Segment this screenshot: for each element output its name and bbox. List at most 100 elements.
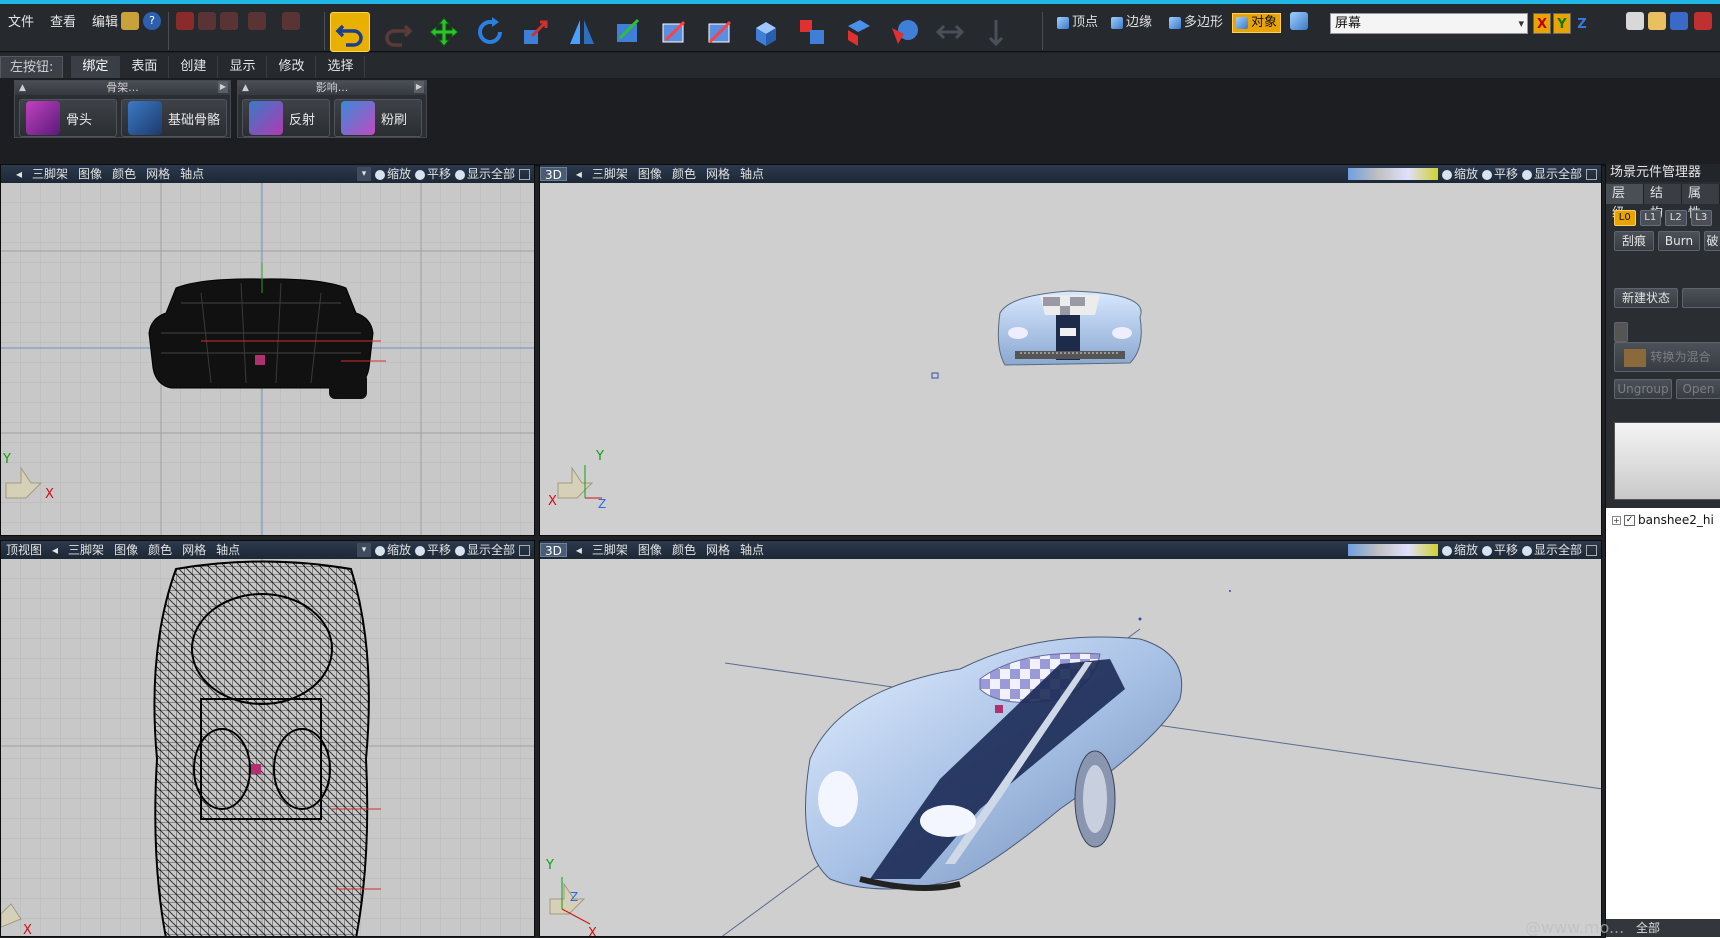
base-skeleton-button[interactable]: 基础骨骼 bbox=[121, 99, 227, 137]
tool-button-8[interactable] bbox=[654, 12, 694, 52]
tab-surface[interactable]: 表面 bbox=[120, 56, 170, 78]
burn-button[interactable]: Burn bbox=[1658, 231, 1700, 251]
pan-button[interactable]: 平移 bbox=[1481, 541, 1518, 559]
tab-select[interactable]: 选择 bbox=[316, 56, 366, 78]
select-edge-mode[interactable]: 边缘 bbox=[1108, 13, 1155, 33]
reflect-button[interactable]: 反射 bbox=[242, 99, 330, 137]
zoom-button[interactable]: 缩放 bbox=[374, 541, 411, 559]
tool-button-14[interactable] bbox=[930, 12, 970, 52]
stop-icon[interactable] bbox=[282, 12, 300, 30]
play-icon[interactable] bbox=[198, 12, 216, 30]
close-icon[interactable] bbox=[1694, 12, 1712, 30]
viewport-prev-icon[interactable]: ◂ bbox=[571, 541, 587, 559]
maximize-icon[interactable] bbox=[1586, 544, 1597, 556]
menu-edit[interactable]: 编辑 bbox=[84, 12, 126, 34]
new-file-icon[interactable] bbox=[1626, 12, 1644, 30]
show-all-button[interactable]: 显示全部 bbox=[1521, 165, 1582, 183]
show-all-button[interactable]: 显示全部 bbox=[454, 541, 515, 559]
show-all-button[interactable]: 显示全部 bbox=[1521, 541, 1582, 559]
menu-grid[interactable]: 网格 bbox=[141, 165, 175, 183]
coordinate-space-select[interactable]: 屏幕 ▾ bbox=[1330, 13, 1528, 34]
menu-image[interactable]: 图像 bbox=[633, 165, 667, 183]
level-l2-button[interactable]: L2 bbox=[1665, 210, 1687, 226]
menu-pivot[interactable]: 轴点 bbox=[735, 165, 769, 183]
rotate-tool-button[interactable] bbox=[470, 12, 510, 52]
maximize-icon[interactable] bbox=[519, 544, 530, 556]
menu-image[interactable]: 图像 bbox=[73, 165, 107, 183]
menu-image[interactable]: 图像 bbox=[633, 541, 667, 559]
viewport-perspective-3d[interactable]: 3D ◂ 三脚架 图像 颜色 网格 轴点 缩放 平移 显示全部 Y X Z bbox=[539, 540, 1602, 937]
show-all-button[interactable]: 显示全部 bbox=[454, 165, 515, 183]
axis-y-toggle[interactable]: Y bbox=[1553, 13, 1571, 34]
menu-color[interactable]: 颜色 bbox=[107, 165, 141, 183]
axis-z-toggle[interactable]: Z bbox=[1573, 13, 1591, 34]
viewport-mode-label[interactable]: 3D bbox=[540, 543, 567, 558]
loop-icon[interactable] bbox=[248, 12, 266, 30]
tree-item-banshee[interactable]: + ✓ banshee2_hi bbox=[1612, 513, 1714, 527]
viewport-canvas[interactable]: Y X Z bbox=[540, 559, 1601, 936]
menu-image[interactable]: 图像 bbox=[109, 541, 143, 559]
visibility-checkbox[interactable]: ✓ bbox=[1624, 514, 1635, 526]
render-options-icon[interactable] bbox=[1347, 168, 1438, 180]
menu-pivot[interactable]: 轴点 bbox=[175, 165, 209, 183]
collapse-icon[interactable]: ▲ bbox=[242, 81, 249, 95]
paint-button[interactable]: 粉刷 bbox=[334, 99, 422, 137]
select-object-mode[interactable]: 对象 bbox=[1232, 13, 1282, 33]
tool-button-13[interactable] bbox=[884, 12, 924, 52]
move-tool-button[interactable] bbox=[424, 12, 464, 52]
step-icon[interactable] bbox=[220, 12, 238, 30]
menu-tripod[interactable]: 三脚架 bbox=[587, 165, 633, 183]
viewport-canvas[interactable]: X bbox=[1, 559, 534, 936]
tool-button-7[interactable] bbox=[608, 12, 648, 52]
viewport-mode-label[interactable]: 3D bbox=[540, 167, 567, 182]
scale-tool-button[interactable] bbox=[516, 12, 556, 52]
pan-button[interactable]: 平移 bbox=[414, 165, 451, 183]
menu-pivot[interactable]: 轴点 bbox=[735, 541, 769, 559]
level-l0-button[interactable]: L0 bbox=[1614, 210, 1636, 226]
zoom-button[interactable]: 缩放 bbox=[1441, 541, 1478, 559]
menu-color[interactable]: 颜色 bbox=[667, 165, 701, 183]
selection-filter-icon[interactable] bbox=[1290, 12, 1308, 30]
viewport-front-wire[interactable]: ◂ 三脚架 图像 颜色 网格 轴点 ▾ 缩放 平移 显示全部 X Y bbox=[0, 164, 535, 536]
menu-file[interactable]: 文件 bbox=[0, 12, 42, 34]
open-folder-icon[interactable] bbox=[1648, 12, 1666, 30]
expand-icon[interactable]: + bbox=[1612, 515, 1621, 525]
tool-button-12[interactable] bbox=[838, 12, 878, 52]
zoom-button[interactable]: 缩放 bbox=[1441, 165, 1478, 183]
axis-x-toggle[interactable]: X bbox=[1533, 13, 1551, 34]
viewport-top-wire[interactable]: 顶视图 ◂ 三脚架 图像 颜色 网格 轴点 ▾ 缩放 平移 显示全部 X bbox=[0, 540, 535, 937]
render-options-icon[interactable] bbox=[1347, 544, 1438, 556]
maximize-icon[interactable] bbox=[1586, 168, 1597, 180]
menu-tripod[interactable]: 三脚架 bbox=[27, 165, 73, 183]
bone-button[interactable]: 骨头 bbox=[19, 99, 117, 137]
expand-arrow-icon[interactable]: ▶ bbox=[414, 81, 424, 93]
tool-button-10[interactable] bbox=[746, 12, 786, 52]
menu-view[interactable]: 查看 bbox=[42, 12, 84, 34]
save-icon[interactable] bbox=[1670, 12, 1688, 30]
menu-tripod[interactable]: 三脚架 bbox=[587, 541, 633, 559]
tool-button-15[interactable] bbox=[976, 12, 1016, 52]
viewport-canvas[interactable]: X Y Z bbox=[540, 183, 1601, 535]
state-option-button[interactable] bbox=[1682, 288, 1720, 308]
maximize-icon[interactable] bbox=[519, 168, 530, 180]
tab-bind[interactable]: 绑定 bbox=[71, 56, 121, 78]
viewport-front-3d[interactable]: 3D ◂ 三脚架 图像 颜色 网格 轴点 缩放 平移 显示全部 X Y Z bbox=[539, 164, 1602, 536]
viewport-prev-icon[interactable]: ◂ bbox=[11, 165, 27, 183]
open-group-button[interactable]: Open bbox=[1676, 379, 1720, 399]
lock-icon[interactable] bbox=[1614, 322, 1628, 342]
menu-color[interactable]: 颜色 bbox=[143, 541, 177, 559]
show-all-label[interactable]: 全部 bbox=[1636, 921, 1660, 935]
tab-hierarchy[interactable]: 层级 bbox=[1606, 184, 1644, 221]
tab-create[interactable]: 创建 bbox=[169, 56, 219, 78]
select-polygon-mode[interactable]: 多边形 bbox=[1166, 13, 1226, 33]
viewport-prev-icon[interactable]: ◂ bbox=[571, 165, 587, 183]
convert-to-blend-button[interactable]: 转换为混合 bbox=[1614, 342, 1720, 372]
select-vertex-mode[interactable]: 顶点 bbox=[1054, 13, 1101, 33]
new-state-button[interactable]: 新建状态 bbox=[1614, 288, 1678, 308]
scratch-button[interactable]: 刮痕 bbox=[1614, 231, 1654, 251]
help-icon[interactable]: ? bbox=[143, 12, 161, 30]
mirror-tool-button[interactable] bbox=[562, 12, 602, 52]
tab-display[interactable]: 显示 bbox=[218, 56, 268, 78]
undo-button[interactable] bbox=[330, 12, 370, 52]
viewport-mode-label[interactable]: 顶视图 bbox=[1, 541, 47, 559]
